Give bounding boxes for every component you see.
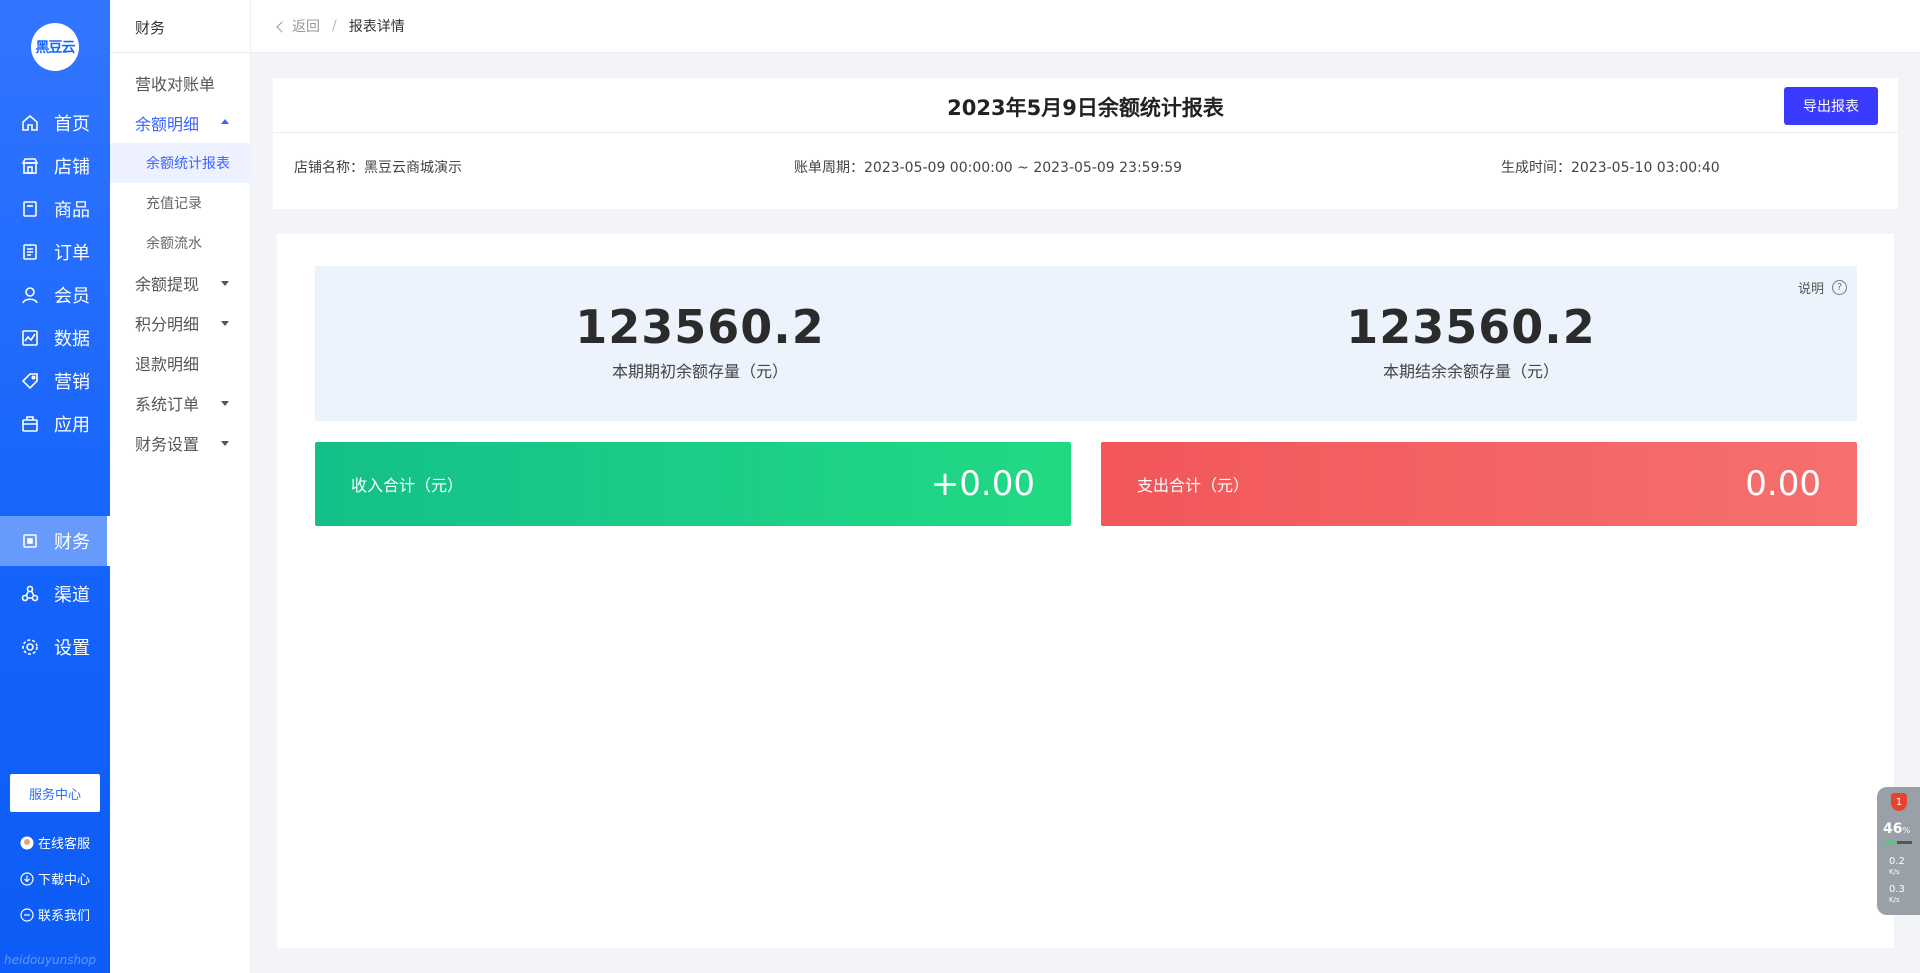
income-total-label: 收入合计（元） (351, 476, 464, 495)
subnav-divider (110, 52, 251, 53)
support-avatar-icon (20, 836, 34, 850)
usage-bar-fill (1884, 841, 1897, 844)
cpu-percent: 46% (1883, 821, 1911, 837)
online-service-link[interactable]: 在线客服 (20, 833, 90, 852)
caret-down-icon (221, 441, 229, 446)
main-sidebar: 黑豆云 首页 店铺 商品 订单 会员 数据 营销 应用 财务 渠道 设置 服务中… (0, 0, 110, 973)
balance-summary: 说明 ? 123560.2 本期期初余额存量（元） 123560.2 本期结余余… (315, 266, 1857, 421)
caret-down-icon (221, 401, 229, 406)
home-icon (20, 113, 40, 133)
subnav-child-balance-flow[interactable]: 余额流水 (110, 223, 251, 263)
report-header-card: 2023年5月9日余额统计报表 导出报表 店铺名称：黑豆云商城演示 账单周期：2… (273, 78, 1898, 209)
subnav-item-system-order[interactable]: 系统订单 (110, 383, 251, 423)
breadcrumb-current: 报表详情 (348, 19, 405, 35)
channel-icon (20, 584, 40, 604)
subnav-child-balance-report[interactable]: 余额统计报表 (110, 143, 251, 183)
income-total-card: 收入合计（元） +0.00 (315, 442, 1071, 526)
expense-total-label: 支出合计（元） (1137, 476, 1250, 495)
subnav-item-points-detail[interactable]: 积分明细 (110, 303, 251, 343)
subnav-item-balance-detail[interactable]: 余额明细 (110, 103, 251, 143)
subnav-item-balance-withdraw[interactable]: 余额提现 (110, 263, 251, 303)
usage-bar (1884, 841, 1912, 844)
subnav-item-finance-settings[interactable]: 财务设置 (110, 423, 251, 463)
download-center-link[interactable]: 下载中心 (20, 869, 90, 888)
subnav-item-revenue-statement[interactable]: 营收对账单 (110, 63, 251, 103)
nav-item-finance[interactable]: 财务 (0, 516, 110, 566)
nav-item-channel[interactable]: 渠道 (0, 569, 110, 619)
finance-icon (20, 531, 40, 551)
shop-icon (20, 156, 40, 176)
subnav-item-refund-detail[interactable]: 退款明细 (110, 343, 251, 383)
download-icon (20, 871, 34, 886)
expense-total-card: 支出合计（元） 0.00 (1101, 442, 1857, 526)
opening-balance-label: 本期期初余额存量（元） (611, 362, 788, 381)
breadcrumb: 返回 / 报表详情 (251, 0, 1920, 53)
shield-icon: 1 (1891, 793, 1907, 811)
footer-brand: heidouyunshop (4, 953, 97, 967)
upload-speed: 0.2 K/s (1889, 856, 1905, 877)
breadcrumb-separator: / (332, 18, 337, 34)
app-icon (20, 414, 40, 434)
closing-balance-value: 123560.2 (1346, 300, 1596, 354)
expense-total-value: 0.00 (1745, 464, 1821, 504)
order-icon (20, 242, 40, 262)
caret-down-icon (221, 321, 229, 326)
caret-down-icon (221, 281, 229, 286)
store-name: 店铺名称：黑豆云商城演示 (294, 160, 462, 176)
goods-icon (20, 199, 40, 219)
caret-up-icon (221, 119, 229, 124)
closing-balance: 123560.2 本期结余余额存量（元） (1221, 300, 1721, 382)
income-total-value: +0.00 (930, 464, 1035, 504)
service-center-button[interactable]: 服务中心 (10, 774, 100, 812)
generated-time: 生成时间：2023-05-10 03:00:40 (1501, 160, 1720, 176)
back-link[interactable]: 返回 (276, 16, 320, 36)
opening-balance: 123560.2 本期期初余额存量（元） (450, 300, 950, 382)
member-icon (20, 285, 40, 305)
export-report-button[interactable]: 导出报表 (1784, 87, 1878, 125)
nav-item-settings[interactable]: 设置 (0, 622, 110, 672)
subnav-title: 财务 (135, 19, 166, 37)
tag-icon (20, 371, 40, 391)
download-speed: 0.3 K/s (1889, 884, 1905, 905)
brand-logo[interactable]: 黑豆云 (31, 23, 79, 71)
finance-subnav: 财务 营收对账单 余额明细 余额统计报表 充值记录 余额流水 余额提现 积分明细… (110, 0, 251, 973)
explanation-link[interactable]: 说明 ? (1798, 278, 1847, 297)
report-content-card: 说明 ? 123560.2 本期期初余额存量（元） 123560.2 本期结余余… (277, 234, 1894, 948)
network-monitor-widget[interactable]: 1 46% 0.2 K/s 0.3 K/s (1877, 787, 1920, 915)
opening-balance-value: 123560.2 (575, 300, 825, 354)
subnav-child-recharge-record[interactable]: 充值记录 (110, 183, 251, 223)
page-title: 2023年5月9日余额统计报表 (947, 96, 1224, 120)
chevron-left-icon (276, 20, 288, 33)
billing-period: 账单周期：2023-05-09 00:00:00 ~ 2023-05-09 23… (794, 160, 1183, 176)
contact-us-link[interactable]: 联系我们 (20, 905, 90, 924)
chart-icon (20, 328, 40, 348)
chat-icon (20, 907, 34, 922)
header-divider (273, 132, 1898, 133)
gear-icon (20, 637, 40, 657)
nav-item-app[interactable]: 应用 (0, 399, 110, 449)
question-icon: ? (1832, 280, 1847, 295)
closing-balance-label: 本期结余余额存量（元） (1382, 362, 1559, 381)
